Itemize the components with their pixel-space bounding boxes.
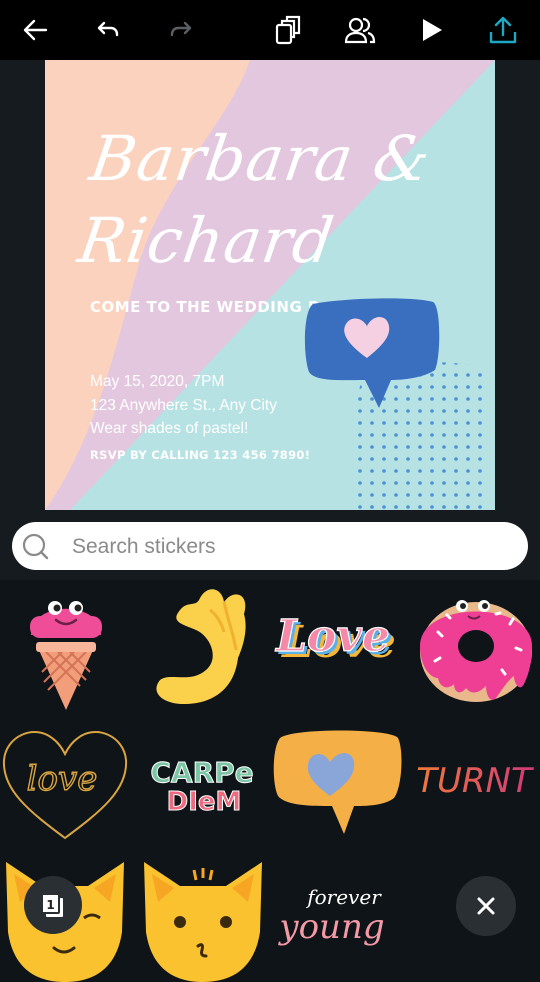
play-icon	[423, 19, 442, 41]
undo-button[interactable]	[84, 6, 132, 54]
back-button[interactable]	[11, 6, 59, 54]
collaborate-button[interactable]	[336, 6, 384, 54]
carpe-diem-sticker[interactable]: CARPe DIeM	[140, 720, 270, 850]
dot-pattern	[352, 361, 490, 510]
copy-page-button[interactable]	[264, 6, 312, 54]
hand-sticker[interactable]	[140, 580, 270, 710]
close-icon	[477, 897, 495, 915]
page-count: 1	[46, 898, 54, 912]
layers-copy-icon	[275, 15, 301, 45]
carpe-text: CARPe	[150, 756, 253, 789]
love-word-sticker[interactable]: Love Love Love	[272, 580, 402, 710]
turnt-text: TURNT	[416, 761, 534, 801]
design-canvas[interactable]: Barbara & Richard COME TO THE WEDDING P …	[45, 60, 495, 510]
redo-icon	[170, 21, 192, 37]
share-button[interactable]	[479, 6, 527, 54]
love-heart-outline-sticker[interactable]: love	[0, 720, 130, 850]
collaborators-icon	[344, 17, 376, 44]
young-text: young	[277, 907, 384, 947]
heart-speech-bubble-sticker[interactable]	[272, 720, 402, 850]
forever-young-sticker[interactable]: forever young	[272, 852, 402, 982]
pages-icon: 1	[41, 893, 63, 917]
ice-cream-sticker[interactable]	[0, 580, 130, 710]
heart-speech-sticker-on-canvas[interactable]	[303, 296, 443, 416]
redo-button[interactable]	[157, 6, 205, 54]
top-toolbar	[0, 0, 540, 60]
search-input[interactable]	[70, 528, 514, 566]
pages-button[interactable]: 1	[24, 876, 82, 934]
donut-sticker[interactable]	[410, 580, 540, 710]
sticker-search-bar	[12, 522, 528, 570]
love-word-text: Love	[274, 611, 390, 662]
close-button[interactable]	[456, 876, 516, 936]
share-upload-icon	[489, 16, 517, 44]
turnt-sticker[interactable]: TURNT	[410, 720, 540, 850]
diem-text: DIeM	[167, 787, 242, 817]
back-arrow-icon	[23, 19, 48, 41]
search-icon	[22, 533, 49, 560]
forever-text: forever	[305, 885, 382, 909]
undo-icon	[97, 21, 119, 37]
love-outline-text: love	[27, 759, 98, 799]
cat-kiss-sticker[interactable]	[138, 852, 268, 982]
play-button[interactable]	[408, 6, 456, 54]
